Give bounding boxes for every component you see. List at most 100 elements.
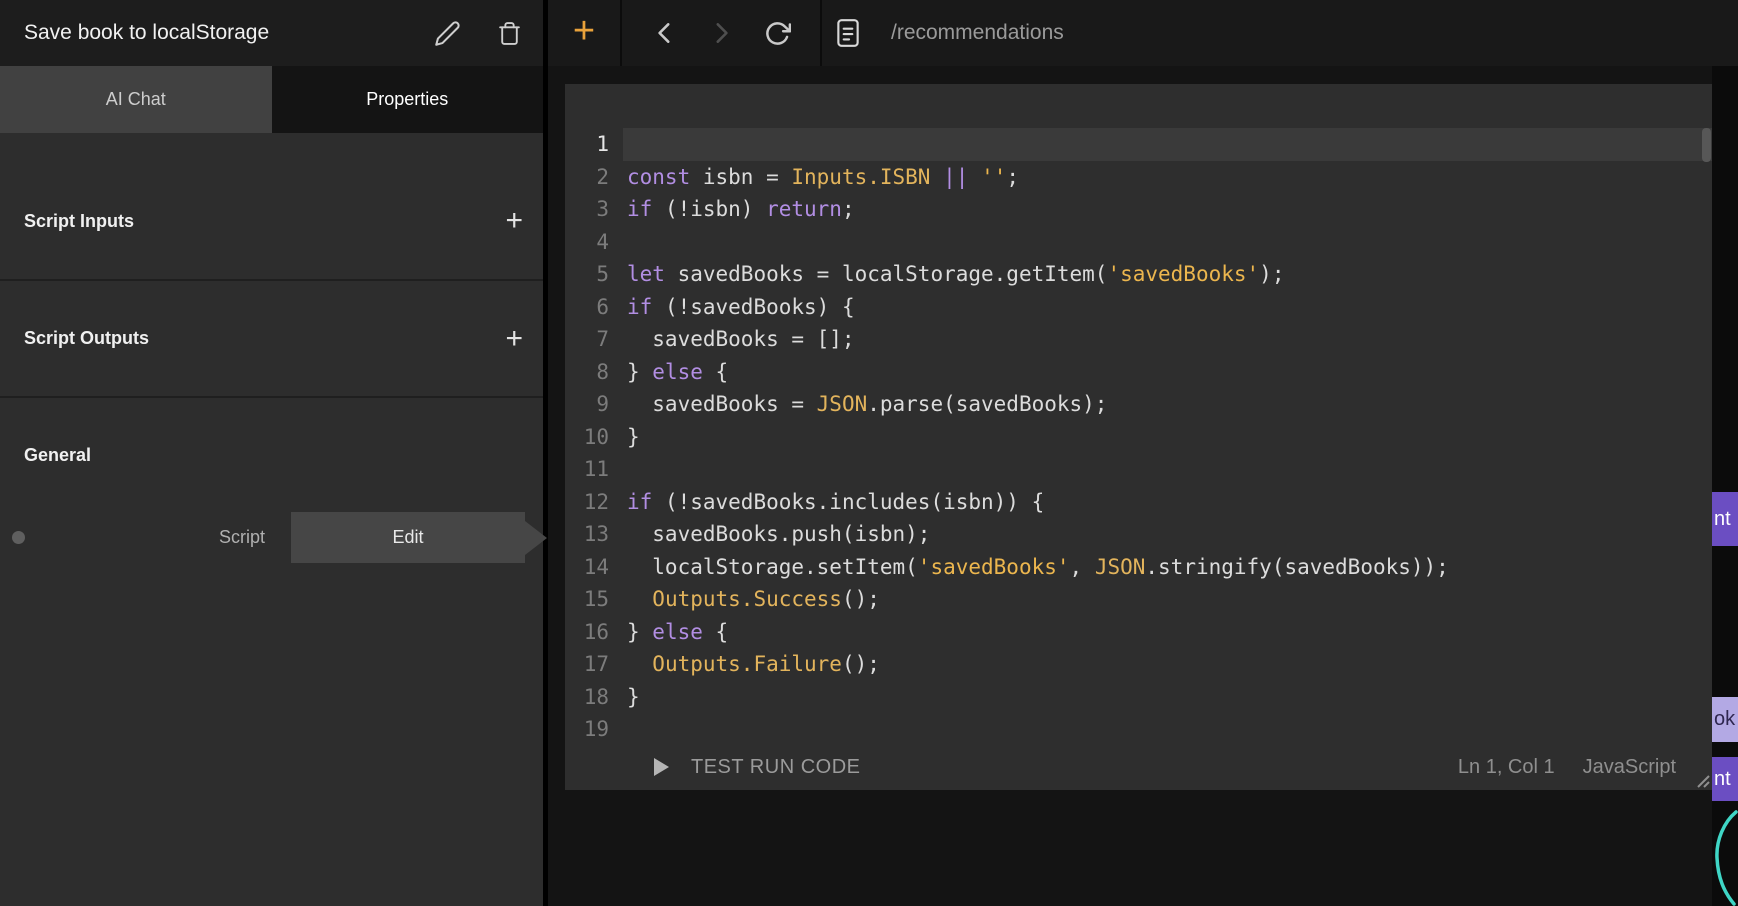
test-run-code-button[interactable]: TEST RUN CODE: [651, 756, 860, 779]
panel-connector-notch: [525, 521, 547, 555]
code-line[interactable]: 15 Outputs.Success();: [565, 583, 1700, 616]
line-number: 9: [565, 388, 609, 421]
code-text: savedBooks = JSON.parse(savedBooks);: [627, 388, 1107, 421]
code-line[interactable]: 17 Outputs.Failure();: [565, 648, 1700, 681]
plus-icon: +: [505, 322, 523, 355]
line-number: 14: [565, 551, 609, 584]
code-line[interactable]: 12 if (!savedBooks.includes(isbn)) {: [565, 486, 1700, 519]
back-button[interactable]: [645, 13, 685, 53]
rename-button[interactable]: [434, 20, 461, 47]
code-text: Outputs.Failure();: [627, 648, 880, 681]
nav-controls: [645, 13, 797, 53]
test-run-code-label: TEST RUN CODE: [691, 756, 860, 779]
add-button[interactable]: +: [548, 0, 620, 66]
line-number: 12: [565, 486, 609, 519]
refresh-button[interactable]: [757, 13, 797, 53]
resize-grip[interactable]: [1692, 770, 1710, 788]
code-text: let savedBooks = localStorage.getItem('s…: [627, 258, 1284, 291]
line-number: 17: [565, 648, 609, 681]
canvas-button-fragment[interactable]: nt: [1712, 757, 1738, 801]
toolbar-separator: [820, 0, 822, 66]
code-line[interactable]: 2 const isbn = Inputs.ISBN || '';: [565, 161, 1700, 194]
line-number: 2: [565, 161, 609, 194]
app-canvas-strip: nt ok nt: [1712, 66, 1738, 906]
script-property-row: Script Edit: [0, 512, 543, 563]
code-text: }: [627, 681, 640, 714]
page-icon-wrap[interactable]: [835, 18, 861, 48]
canvas-button-fragment[interactable]: ok: [1712, 697, 1738, 742]
code-editor[interactable]: 12 const isbn = Inputs.ISBN || ''; 3 if (!i…: [565, 84, 1712, 790]
play-icon: [651, 756, 671, 778]
section-general-label: General: [24, 445, 91, 466]
section-script-outputs: Script Outputs +: [0, 281, 543, 398]
code-lines[interactable]: 12 const isbn = Inputs.ISBN || ''; 3 if (!i…: [565, 128, 1700, 746]
code-text: if (!savedBooks) {: [627, 291, 855, 324]
add-script-input-button[interactable]: +: [505, 206, 523, 236]
code-text: Outputs.Success();: [627, 583, 880, 616]
add-script-output-button[interactable]: +: [505, 324, 523, 354]
refresh-icon: [764, 20, 791, 47]
code-line[interactable]: 6 if (!savedBooks) {: [565, 291, 1700, 324]
section-script-outputs-label: Script Outputs: [24, 328, 149, 349]
language-label: JavaScript: [1583, 756, 1676, 779]
chevron-left-icon: [652, 20, 678, 46]
edit-script-button[interactable]: Edit: [291, 512, 525, 563]
line-number: 6: [565, 291, 609, 324]
delete-button[interactable]: [497, 20, 522, 47]
code-line[interactable]: 16} else {: [565, 616, 1700, 649]
code-text: }: [627, 421, 640, 454]
line-number: 3: [565, 193, 609, 226]
section-general: General: [0, 398, 543, 512]
line-number: 7: [565, 323, 609, 356]
code-line[interactable]: 4: [565, 226, 1700, 259]
app-root: Save book to localStorage AI Chat Proper…: [0, 0, 1738, 906]
editor-backdrop: 12 const isbn = Inputs.ISBN || ''; 3 if (!i…: [548, 66, 1738, 906]
panel-divider: [543, 0, 548, 906]
code-line[interactable]: 9 savedBooks = JSON.parse(savedBooks);: [565, 388, 1700, 421]
code-line[interactable]: 18}: [565, 681, 1700, 714]
line-number: 11: [565, 453, 609, 486]
code-line[interactable]: 8} else {: [565, 356, 1700, 389]
line-number: 1: [565, 128, 609, 161]
line-number: 19: [565, 713, 609, 746]
scrollbar-thumb[interactable]: [1702, 128, 1711, 162]
tab-ai-chat[interactable]: AI Chat: [0, 66, 272, 133]
line-number: 16: [565, 616, 609, 649]
code-text: if (!savedBooks.includes(isbn)) {: [627, 486, 1044, 519]
forward-button[interactable]: [701, 13, 741, 53]
line-number: 8: [565, 356, 609, 389]
pencil-icon: [434, 20, 461, 47]
line-number: 5: [565, 258, 609, 291]
panel-tabs: AI Chat Properties: [0, 66, 543, 133]
code-text: savedBooks.push(isbn);: [627, 518, 930, 551]
section-script-inputs: Script Inputs +: [0, 133, 543, 281]
code-line[interactable]: 5 let savedBooks = localStorage.getItem('…: [565, 258, 1700, 291]
trash-icon: [497, 20, 522, 47]
code-text: if (!isbn) return;: [627, 193, 855, 226]
binding-dot[interactable]: [12, 531, 25, 544]
tab-properties[interactable]: Properties: [272, 66, 544, 133]
canvas-button-fragment[interactable]: nt: [1712, 492, 1738, 546]
code-text: localStorage.setItem('savedBooks', JSON.…: [627, 551, 1449, 584]
panel-title: Save book to localStorage: [24, 21, 398, 45]
code-line[interactable]: 11: [565, 453, 1700, 486]
chart-line-fragment: [1712, 806, 1738, 906]
code-line[interactable]: 14 localStorage.setItem('savedBooks', JS…: [565, 551, 1700, 584]
line-number: 4: [565, 226, 609, 259]
code-line[interactable]: 10}: [565, 421, 1700, 454]
code-line[interactable]: 3 if (!isbn) return;: [565, 193, 1700, 226]
script-property-label: Script: [219, 527, 265, 548]
section-script-inputs-label: Script Inputs: [24, 211, 134, 232]
line-number: 15: [565, 583, 609, 616]
code-text: const isbn = Inputs.ISBN || '';: [627, 161, 1019, 194]
page-path[interactable]: /recommendations: [891, 21, 1064, 45]
code-line[interactable]: 7 savedBooks = [];: [565, 323, 1700, 356]
line-number: 10: [565, 421, 609, 454]
cursor-position: Ln 1, Col 1: [1458, 756, 1555, 779]
code-line[interactable]: 1: [565, 128, 1700, 161]
code-line[interactable]: 13 savedBooks.push(isbn);: [565, 518, 1700, 551]
browser-toolbar: + /recommendations: [548, 0, 1738, 66]
plus-icon: +: [505, 204, 523, 237]
code-line[interactable]: 19: [565, 713, 1700, 746]
properties-panel: Save book to localStorage AI Chat Proper…: [0, 0, 543, 906]
